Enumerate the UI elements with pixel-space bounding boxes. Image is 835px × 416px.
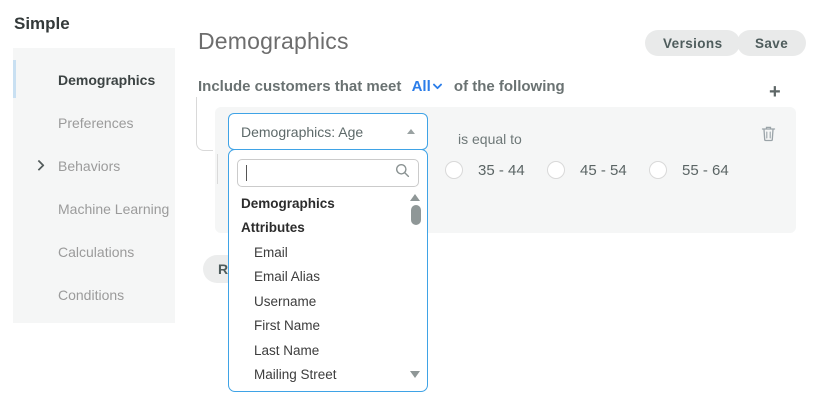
sidebar-item-machine-learning[interactable]: Machine Learning: [13, 187, 175, 230]
radio-label: 45 - 54: [580, 162, 627, 179]
sidebar-item-demographics[interactable]: Demographics: [13, 58, 175, 101]
text-cursor: [246, 165, 247, 181]
attribute-search-box: [237, 159, 419, 187]
sidebar-item-calculations[interactable]: Calculations: [13, 230, 175, 273]
match-type-value: All: [412, 78, 431, 95]
save-button[interactable]: Save: [737, 30, 806, 56]
radio-icon: [649, 161, 667, 179]
scrollbar-thumb[interactable]: [411, 205, 421, 225]
app-window: Simple Demographics Preferences Behavior…: [0, 0, 835, 416]
list-group-attributes[interactable]: Attributes: [229, 216, 405, 241]
sidebar: Demographics Preferences Behaviors Machi…: [13, 48, 175, 323]
versions-button[interactable]: Versions: [645, 30, 740, 56]
sidebar-item-label: Calculations: [58, 244, 134, 260]
sidebar-item-conditions[interactable]: Conditions: [13, 273, 175, 316]
attribute-list: Demographics Attributes Email Email Alia…: [229, 191, 405, 387]
list-item-email-alias[interactable]: Email Alias: [229, 265, 405, 290]
caret-up-icon: [407, 129, 415, 134]
chevron-down-icon: [432, 80, 442, 90]
rule-connector-line: [196, 97, 213, 151]
attribute-select[interactable]: Demographics: Age: [228, 113, 428, 150]
page-title: Demographics: [198, 28, 349, 55]
match-prefix-text: Include customers that meet: [198, 78, 401, 95]
rule-connector-line: [217, 154, 218, 184]
list-item-email[interactable]: Email: [229, 240, 405, 265]
match-type-dropdown[interactable]: All: [412, 78, 446, 95]
sidebar-item-label: Demographics: [58, 72, 155, 88]
search-icon: [395, 163, 410, 183]
chevron-right-icon: [33, 159, 44, 170]
radio-icon: [547, 161, 565, 179]
list-item-last-name[interactable]: Last Name: [229, 338, 405, 363]
sidebar-item-label: Behaviors: [58, 158, 120, 174]
sidebar-item-preferences[interactable]: Preferences: [13, 101, 175, 144]
add-condition-button[interactable]: +: [769, 82, 781, 102]
attribute-select-value: Demographics: Age: [241, 124, 407, 140]
match-condition-bar: Include customers that meet All of the f…: [198, 78, 565, 95]
radio-icon: [445, 161, 463, 179]
operator-text: is equal to: [458, 131, 522, 147]
window-title: Simple: [14, 14, 70, 34]
scrollbar-up-arrow-icon[interactable]: [410, 194, 420, 201]
match-suffix-text: of the following: [454, 78, 565, 95]
sidebar-item-label: Conditions: [58, 287, 124, 303]
trash-icon: [761, 130, 776, 145]
attribute-dropdown-panel: Demographics Attributes Email Email Alia…: [228, 149, 428, 392]
radio-option-55-64[interactable]: 55 - 64: [649, 161, 751, 179]
list-item-first-name[interactable]: First Name: [229, 314, 405, 339]
list-group-demographics[interactable]: Demographics: [229, 191, 405, 216]
sidebar-item-label: Preferences: [58, 115, 133, 131]
delete-rule-button[interactable]: [761, 125, 776, 145]
list-item-username[interactable]: Username: [229, 289, 405, 314]
radio-option-45-54[interactable]: 45 - 54: [547, 161, 649, 179]
list-item-mailing-street[interactable]: Mailing Street: [229, 363, 405, 388]
radio-label: 55 - 64: [682, 162, 729, 179]
sidebar-item-behaviors[interactable]: Behaviors: [13, 144, 175, 187]
radio-label: 35 - 44: [478, 162, 525, 179]
radio-option-35-44[interactable]: 35 - 44: [445, 161, 547, 179]
sidebar-item-label: Machine Learning: [58, 201, 169, 217]
radio-option-row: 35 - 44 45 - 54 55 - 64: [445, 161, 751, 179]
attribute-search-input[interactable]: [249, 166, 395, 181]
scrollbar-down-arrow-icon[interactable]: [410, 371, 420, 378]
